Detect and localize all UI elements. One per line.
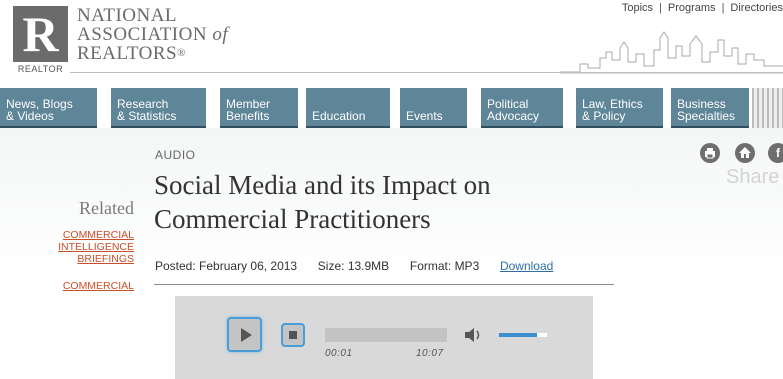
util-separator: | (659, 2, 662, 14)
org-name-line1: NATIONAL (77, 5, 178, 26)
nav-label-line2: Education (312, 109, 366, 123)
city-skyline-graphic (560, 31, 783, 74)
facebook-icon[interactable]: f (768, 143, 783, 163)
nav-label-line2: & Videos (6, 109, 54, 123)
related-link-commercial[interactable]: COMMERCIAL (30, 280, 134, 292)
play-button[interactable] (227, 317, 262, 352)
stop-button[interactable] (281, 323, 305, 347)
posted-date: February 06, 2013 (199, 259, 298, 273)
related-heading: Related (79, 198, 134, 218)
nav-item-political-advocacy[interactable]: Political Advocacy (481, 88, 563, 128)
nav-item-news-blogs-videos[interactable]: News, Blogs & Videos (0, 88, 97, 128)
seek-bar[interactable] (325, 328, 447, 342)
meta-divider (154, 284, 614, 285)
org-name-line3: REALTORS (77, 43, 178, 64)
download-link[interactable]: Download (500, 259, 553, 273)
logo-caption: REALTOR (17, 64, 64, 74)
util-link-directories[interactable]: Directories (730, 2, 783, 14)
header-divider (70, 72, 783, 73)
volume-slider[interactable] (499, 333, 547, 337)
nav-item-business-specialties[interactable]: Business Specialties (671, 88, 749, 128)
home-icon[interactable] (735, 143, 755, 163)
nav-label-line2: Events (406, 109, 443, 123)
share-label: Share (726, 166, 780, 188)
share-icons: f (700, 143, 783, 165)
nav-label-line2: Specialties (677, 109, 736, 123)
current-time: 00:01 (325, 348, 353, 359)
utility-links: Topics | Programs | Directories (622, 2, 783, 14)
content-category: AUDIO (155, 148, 196, 162)
main-nav: News, Blogs & Videos Research & Statisti… (0, 88, 783, 128)
logo-letter: R (22, 6, 59, 62)
nav-item-education[interactable]: Education (306, 88, 390, 128)
file-meta: Posted: February 06, 2013 Size: 13.9MB F… (155, 259, 553, 273)
size-label: Size: (317, 259, 345, 273)
volume-icon[interactable] (463, 326, 485, 344)
print-icon[interactable] (700, 143, 720, 163)
org-name[interactable]: NATIONAL ASSOCIATION of REALTORS® (77, 6, 228, 63)
org-name-line2: ASSOCIATION (77, 24, 208, 45)
util-link-programs[interactable]: Programs (668, 2, 716, 14)
audio-player: 00:01 10:07 (175, 296, 593, 379)
stop-icon (289, 331, 297, 339)
nav-decorative-stripes (752, 88, 783, 128)
nav-label-line2: & Policy (582, 109, 626, 123)
posted-label: Posted: (155, 259, 196, 273)
nav-label-line2: Advocacy (487, 109, 540, 123)
nav-item-events[interactable]: Events (400, 88, 467, 128)
format-value: MP3 (454, 259, 480, 273)
size-value: 13.9MB (347, 259, 390, 273)
org-name-of: of (212, 24, 229, 45)
registered-mark: ® (177, 47, 186, 59)
total-time: 10:07 (416, 348, 444, 359)
site-header: R REALTOR NATIONAL ASSOCIATION of REALTO… (0, 0, 783, 88)
page-title: Social Media and its Impact on Commercia… (154, 170, 491, 234)
nav-label-line2: Benefits (226, 109, 270, 123)
util-link-topics[interactable]: Topics (622, 2, 653, 14)
volume-level (499, 333, 538, 337)
nav-item-member-benefits[interactable]: Member Benefits (220, 88, 298, 128)
util-separator: | (721, 2, 725, 14)
nav-label-line2: & Statistics (117, 109, 177, 123)
nav-item-research-statistics[interactable]: Research & Statistics (111, 88, 206, 128)
play-icon (241, 328, 252, 342)
realtor-logo[interactable]: R (13, 6, 68, 62)
related-link-commercial-intelligence-briefings[interactable]: COMMERCIAL INTELLIGENCE BRIEFINGS (30, 229, 134, 265)
nav-item-law-ethics-policy[interactable]: Law, Ethics & Policy (576, 88, 663, 128)
format-label: Format: (409, 259, 452, 273)
